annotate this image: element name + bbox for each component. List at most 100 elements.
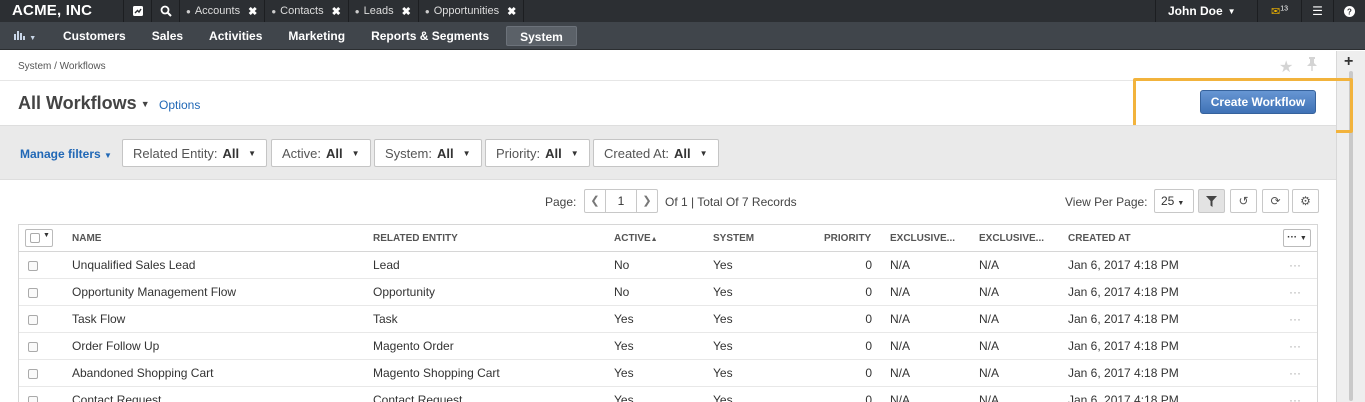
cell-active: Yes	[614, 312, 634, 326]
filter-related-entity[interactable]: Related Entity: All ▼	[122, 139, 268, 167]
mail-button[interactable]: ✉13	[1257, 0, 1301, 22]
column-header-name[interactable]: Name	[72, 225, 101, 252]
user-menu[interactable]: John Doe ▼	[1155, 0, 1257, 22]
filter-value: All	[545, 145, 562, 161]
nav-item-system[interactable]: System	[506, 25, 577, 46]
cell-name: Order Follow Up	[72, 339, 160, 353]
chevron-right-icon[interactable]: ❯	[637, 190, 657, 212]
row-actions-ellipsis-icon[interactable]: ···	[1289, 387, 1301, 402]
chevron-down-icon: ▼	[1227, 6, 1236, 16]
per-page-select[interactable]: 25 ▼	[1154, 189, 1194, 213]
mail-count: 13	[1280, 4, 1288, 12]
row-checkbox[interactable]	[28, 261, 38, 271]
grid-actions-menu[interactable]: ··· ▼	[1283, 229, 1311, 247]
row-checkbox[interactable]	[28, 396, 38, 402]
filter-label: System:	[385, 145, 432, 161]
column-header-active[interactable]: Active▲	[614, 225, 658, 252]
column-header-exclusive-1[interactable]: Exclusive...	[890, 225, 955, 252]
column-header-priority[interactable]: Priority	[824, 225, 871, 252]
chevron-left-icon[interactable]: ❮	[585, 190, 605, 212]
chevron-down-icon: ▼	[29, 34, 37, 42]
page-label: Page:	[545, 195, 577, 209]
envelope-icon: ✉13	[1270, 4, 1288, 18]
row-actions-ellipsis-icon[interactable]: ···	[1289, 306, 1301, 333]
add-widget-icon[interactable]: +	[1344, 53, 1353, 71]
table-row[interactable]: Abandoned Shopping Cart Magento Shopping …	[19, 360, 1317, 387]
close-icon[interactable]: ✖	[248, 5, 257, 18]
checkbox-icon	[30, 233, 40, 243]
nav-item-marketing[interactable]: Marketing	[275, 26, 358, 46]
page-title[interactable]: All Workflows ▼	[18, 93, 150, 114]
tab-label: Accounts	[194, 5, 241, 17]
pinned-tab-accounts[interactable]: ● Accounts ✖	[179, 0, 264, 22]
cell-ex1: N/A	[890, 285, 911, 299]
nav-item-reports-segments[interactable]: Reports & Segments	[358, 26, 502, 46]
page-input[interactable]	[605, 190, 637, 212]
filter-priority[interactable]: Priority: All ▼	[485, 139, 590, 167]
cell-priority: 0	[865, 258, 872, 272]
row-actions-ellipsis-icon[interactable]: ···	[1289, 279, 1301, 306]
search-icon[interactable]	[151, 0, 179, 22]
top-bar: ACME, INC ● Accounts ✖ ● Contacts ✖ ● Le…	[0, 0, 1365, 22]
pinned-tab-contacts[interactable]: ● Contacts ✖	[264, 0, 347, 22]
row-actions-ellipsis-icon[interactable]: ···	[1289, 333, 1301, 360]
reset-button[interactable]: ↺	[1230, 189, 1257, 213]
row-checkbox[interactable]	[28, 288, 38, 298]
column-header-exclusive-2[interactable]: Exclusive...	[979, 225, 1044, 252]
filter-toggle-button[interactable]	[1198, 189, 1225, 213]
cell-ex2: N/A	[979, 339, 1000, 353]
pinned-tab-leads[interactable]: ● Leads ✖	[347, 0, 418, 22]
history-icon[interactable]	[123, 0, 151, 22]
filter-created-at[interactable]: Created At: All ▼	[593, 139, 719, 167]
nav-item-sales[interactable]: Sales	[139, 26, 196, 46]
table-row[interactable]: Task Flow Task Yes Yes 0 N/A N/A Jan 6, 2017 4:…	[19, 306, 1317, 333]
main-menu-button[interactable]: ☰	[1301, 0, 1333, 22]
cell-created: Jan 6, 2017 4:18 PM	[1068, 393, 1179, 402]
cell-created: Jan 6, 2017 4:18 PM	[1068, 285, 1179, 299]
row-actions-ellipsis-icon[interactable]: ···	[1289, 252, 1301, 279]
cell-system: Yes	[713, 285, 733, 299]
cell-entity: Magento Shopping Cart	[373, 366, 500, 380]
help-button[interactable]: ?	[1333, 0, 1365, 22]
pin-icon[interactable]	[1306, 57, 1318, 74]
chevron-down-icon: ▼	[43, 232, 50, 239]
column-header-system[interactable]: System	[713, 225, 754, 252]
cell-priority: 0	[865, 285, 872, 299]
row-actions-ellipsis-icon[interactable]: ···	[1289, 360, 1301, 387]
cell-active: No	[614, 258, 630, 272]
create-workflow-button[interactable]: Create Workflow	[1200, 90, 1316, 114]
table-row[interactable]: Opportunity Management Flow Opportunity No…	[19, 279, 1317, 306]
filter-active[interactable]: Active: All ▼	[271, 139, 371, 167]
select-all-checkbox[interactable]: ▼	[25, 229, 53, 247]
dashboard-menu[interactable]: ▼	[0, 29, 50, 43]
close-icon[interactable]: ✖	[507, 5, 516, 18]
cell-priority: 0	[865, 366, 872, 380]
settings-button[interactable]: ⚙	[1292, 189, 1319, 213]
row-checkbox[interactable]	[28, 315, 38, 325]
column-header-related-entity[interactable]: Related Entity	[373, 225, 458, 252]
row-checkbox[interactable]	[28, 369, 38, 379]
filter-value: All	[222, 145, 240, 161]
close-icon[interactable]: ✖	[332, 5, 341, 18]
close-icon[interactable]: ✖	[402, 5, 411, 18]
options-link[interactable]: Options	[159, 98, 200, 112]
row-checkbox[interactable]	[28, 342, 38, 352]
table-row[interactable]: Unqualified Sales Lead Lead No Yes 0 N/A N/A Ja…	[19, 252, 1317, 279]
filter-value: All	[436, 145, 454, 161]
column-header-created-at[interactable]: Created At	[1068, 225, 1131, 252]
nav-item-customers[interactable]: Customers	[50, 26, 139, 46]
manage-filters-button[interactable]: Manage filters ▼	[20, 147, 112, 161]
records-summary: Of 1 | Total Of 7 Records	[665, 195, 797, 209]
brand-logo[interactable]: ACME, INC	[0, 0, 123, 22]
favorite-star-icon[interactable]: ★	[1279, 57, 1293, 77]
pinned-tab-opportunities[interactable]: ● Opportunities ✖	[417, 0, 525, 22]
table-row[interactable]: Contact Request Contact Request Yes Yes 0 N/A…	[19, 387, 1317, 402]
refresh-button[interactable]: ⟳	[1262, 189, 1289, 213]
per-page-value: 25	[1161, 194, 1175, 208]
filter-label: Related Entity:	[133, 145, 218, 161]
reset-icon: ↺	[1238, 194, 1249, 208]
table-row[interactable]: Order Follow Up Magento Order Yes Yes 0 N/A N/…	[19, 333, 1317, 360]
filter-system[interactable]: System: All ▼	[374, 139, 482, 167]
nav-item-activities[interactable]: Activities	[196, 26, 275, 46]
cell-ex1: N/A	[890, 339, 911, 353]
